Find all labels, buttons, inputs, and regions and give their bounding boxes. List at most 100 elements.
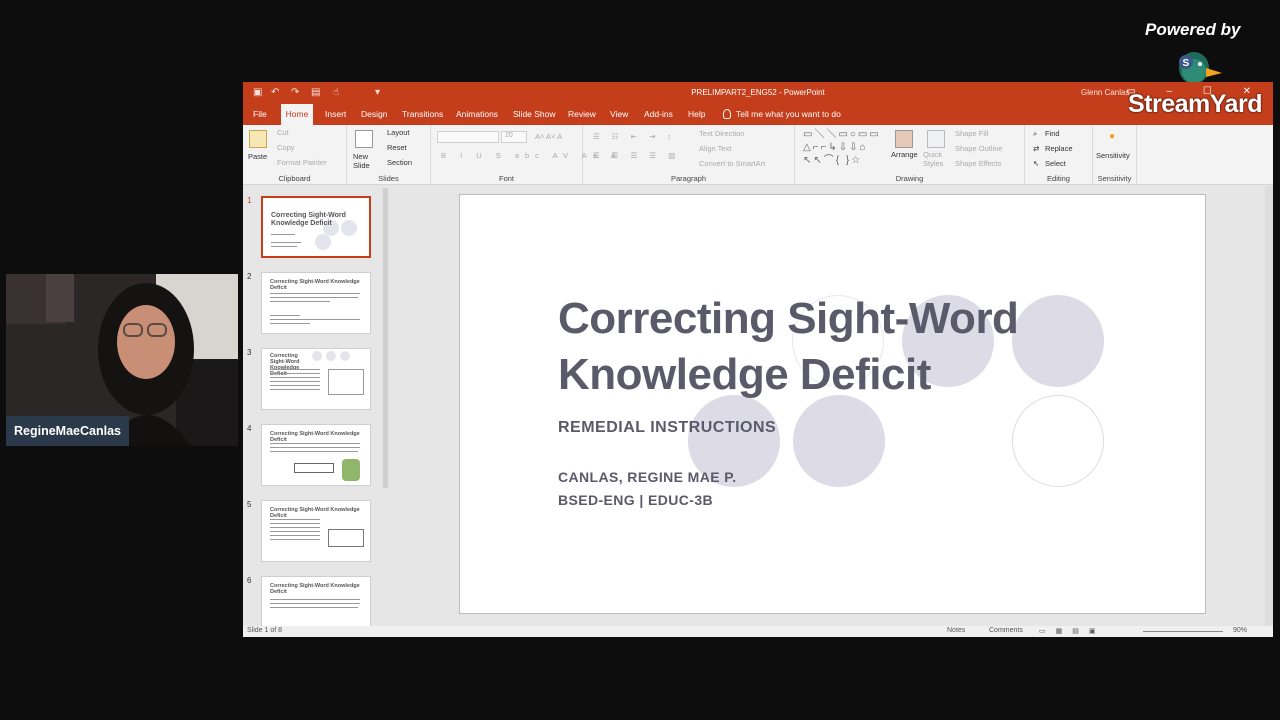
slides-group: New Slide Layout Reset Section Slides [347,125,431,185]
select-icon: ↖ [1033,159,1040,168]
arrange-icon[interactable] [895,130,913,148]
shape-fill-button[interactable]: Shape Fill [955,129,988,138]
notes-button[interactable]: Notes [947,627,965,634]
font-group: 20 A˄ A˅ A B I U S abc AV Aa A Font [431,125,616,185]
tell-me-search[interactable]: Tell me what you want to do [723,104,841,125]
drawing-label: Drawing [895,174,924,183]
slide-thumbnail-3[interactable]: Correcting Sight-Word Knowledge Deficit [261,348,371,410]
slide-count: Slide 1 of 8 [247,627,283,634]
tab-help[interactable]: Help [684,104,709,125]
tab-transitions[interactable]: Transitions [398,104,447,125]
reset-button[interactable]: Reset [387,143,407,152]
powered-by-label: Powered by [1145,20,1241,39]
slide-subtitle[interactable]: REMEDIAL INSTRUCTIONS [558,419,776,437]
tab-file[interactable]: File [249,104,271,125]
tab-view[interactable]: View [606,104,632,125]
zoom-level[interactable]: 90% [1233,627,1247,634]
thumb-title: Correcting Sight-Word Knowledge Deficit [271,212,346,227]
quick-styles-button[interactable]: Quick Styles [923,150,947,168]
slide-thumbnail-4[interactable]: Correcting Sight-Word Knowledge Deficit [261,424,371,486]
zoom-slider[interactable] [1143,631,1223,632]
participant-name-tag: RegineMaeCanlas [6,416,129,446]
format-painter-button[interactable]: Format Painter [277,158,327,167]
lightbulb-icon [723,109,731,119]
editing-label: Editing [1047,174,1070,183]
thumb-title: Correcting Sight-Word Knowledge Deficit [270,279,360,291]
arrange-button[interactable]: Arrange [891,150,918,159]
list-buttons[interactable]: ☰ ☷ ⇤ ⇥ ↕ [593,132,676,141]
shape-outline-button[interactable]: Shape Outline [955,144,1003,153]
shape-effects-button[interactable]: Shape Effects [955,159,1002,168]
current-slide[interactable]: Correcting Sight-Word Knowledge Deficit … [459,194,1206,614]
select-button[interactable]: Select [1045,159,1066,168]
paste-icon[interactable] [249,130,267,148]
thumb-number: 3 [247,348,252,357]
drawing-group: ▭＼＼▭○▭▭ △⌐⌐↳⇩⇩⌂ ↖↖⌒{ }☆ Arrange Quick St… [795,125,1025,185]
slides-label: Slides [378,174,399,183]
editor-scrollbar[interactable] [1265,186,1273,626]
clipboard-label: Clipboard [278,174,311,183]
comments-button[interactable]: Comments [989,627,1023,634]
thumb-number: 4 [247,424,252,433]
paragraph-group: ☰ ☷ ⇤ ⇥ ↕ ☰ ☰ ☰ ☰ ▥ Text Direction Align… [583,125,795,185]
slide-thumbnail-2[interactable]: Correcting Sight-Word Knowledge Deficit [261,272,371,334]
convert-smartart-button[interactable]: Convert to SmartArt [699,159,765,168]
find-icon: ⌕ [1033,129,1038,138]
slide-thumbnail-5[interactable]: Correcting Sight-Word Knowledge Deficit [261,500,371,562]
find-button[interactable]: Find [1045,129,1060,138]
thumb-number: 2 [247,272,252,281]
thumb-title: Correcting Sight-Word Knowledge Deficit [270,431,360,443]
copy-button[interactable]: Copy [277,143,295,152]
align-buttons[interactable]: ☰ ☰ ☰ ☰ ▥ [593,151,680,160]
title-bar: ▣ ↶ ↷ ▤ ☝ ▾ PRELIMPART2_ENG52 - PowerPoi… [243,82,1273,104]
tab-animations[interactable]: Animations [452,104,502,125]
tab-home[interactable]: Home [281,104,313,125]
account-name[interactable]: Glenn Canlas [1081,88,1129,97]
slide-thumbnails-pane: 1 Correcting Sight-Word Knowledge Defici… [243,186,388,626]
view-buttons[interactable]: ▭▦▤▣ [1039,627,1105,635]
powerpoint-window: ▣ ↶ ↷ ▤ ☝ ▾ PRELIMPART2_ENG52 - PowerPoi… [243,82,1273,637]
replace-icon: ⇄ [1033,144,1040,153]
slide-thumbnail-1[interactable]: Correcting Sight-Word Knowledge Deficit [261,196,371,258]
shapes-gallery[interactable]: ▭＼＼▭○▭▭ △⌐⌐↳⇩⇩⌂ ↖↖⌒{ }☆ [803,128,887,167]
new-slide-button[interactable]: New Slide [353,152,383,170]
section-button[interactable]: Section [387,158,412,167]
font-grow-icon[interactable]: A˄ A˅ A [535,132,562,141]
font-name-box[interactable] [437,131,499,143]
thumb-title: Correcting Sight-Word Knowledge Deficit [270,583,360,595]
tab-review[interactable]: Review [564,104,600,125]
tab-slide-show[interactable]: Slide Show [509,104,560,125]
ribbon-tabs: File Home Insert Design Transitions Anim… [243,104,1273,125]
tab-add-ins[interactable]: Add-ins [640,104,677,125]
paragraph-label: Paragraph [670,174,707,183]
slide-course[interactable]: BSED-ENG | EDUC-3B [558,492,713,508]
tab-design[interactable]: Design [357,104,391,125]
status-bar: Slide 1 of 8 Notes Comments ▭▦▤▣ 90% [243,626,1273,637]
slide-title[interactable]: Correcting Sight-Word Knowledge Deficit [558,291,1019,403]
quick-styles-icon[interactable] [927,130,945,148]
tell-me-label: Tell me what you want to do [736,109,841,119]
svg-text:S: S [1183,58,1190,69]
thumb-number: 6 [247,576,252,585]
new-slide-icon[interactable] [355,130,373,148]
sensitivity-button[interactable]: Sensitivity [1096,151,1130,160]
slide-title-line2: Knowledge Deficit [558,350,931,399]
ribbon: Paste Cut Copy Format Painter Clipboard … [243,125,1273,185]
text-direction-button[interactable]: Text Direction [699,129,744,138]
replace-button[interactable]: Replace [1045,144,1073,153]
tab-insert[interactable]: Insert [321,104,350,125]
decor-circle [793,395,885,487]
align-text-button[interactable]: Align Text [699,144,731,153]
thumb-title: Correcting Sight-Word Knowledge Deficit [270,507,360,519]
cut-button[interactable]: Cut [277,128,289,137]
font-size-box[interactable]: 20 [501,131,527,143]
sensitivity-icon: ● [1109,131,1116,142]
paste-button[interactable]: Paste [248,152,267,161]
slide-thumbnail-6[interactable]: Correcting Sight-Word Knowledge Deficit [261,576,371,626]
slide-author[interactable]: CANLAS, REGINE MAE P. [558,469,737,485]
editing-group: ⌕ Find ⇄ Replace ↖ Select Editing [1025,125,1093,185]
clipboard-group: Paste Cut Copy Format Painter Clipboard [243,125,347,185]
thumb-number: 5 [247,500,252,509]
decor-circle [1012,295,1104,387]
layout-button[interactable]: Layout [387,128,410,137]
